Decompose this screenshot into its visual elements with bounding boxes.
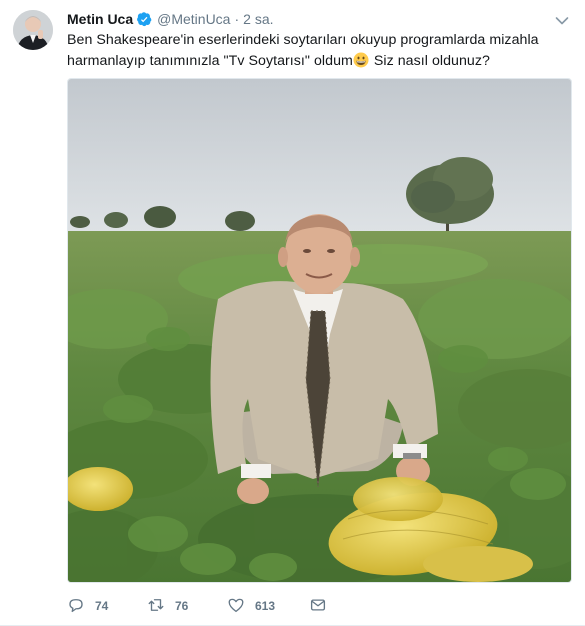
- retweet-button[interactable]: 76: [147, 596, 227, 617]
- retweet-count: 76: [175, 599, 189, 613]
- tweet-timestamp[interactable]: 2 sa.: [243, 11, 273, 27]
- tweet[interactable]: Metin Uca @MetinUca · 2 sa. Ben Shakespe…: [0, 0, 585, 626]
- like-count: 613: [255, 599, 276, 613]
- tweet-text-part2: Siz nasıl oldunuz?: [369, 53, 490, 69]
- like-icon: [227, 596, 255, 617]
- direct-message-icon: [309, 596, 337, 617]
- chevron-down-icon[interactable]: [555, 13, 569, 25]
- like-button[interactable]: 613: [227, 596, 309, 617]
- tweet-actions: 74 76 613: [67, 596, 337, 616]
- tweet-photo[interactable]: [67, 78, 572, 583]
- author-handle[interactable]: @MetinUca: [157, 11, 230, 27]
- reply-icon: [67, 596, 95, 617]
- tweet-text: Ben Shakespeare'in eserlerindeki soytarı…: [67, 30, 567, 72]
- separator-dot: ·: [234, 11, 240, 27]
- retweet-icon: [147, 596, 175, 617]
- avatar[interactable]: [13, 10, 53, 50]
- reply-button[interactable]: 74: [67, 596, 147, 617]
- reply-count: 74: [95, 599, 109, 613]
- grinning-face-emoji-icon: [353, 52, 369, 68]
- author-name[interactable]: Metin Uca: [67, 11, 133, 27]
- verified-badge-icon: [137, 11, 152, 27]
- tweet-header: Metin Uca @MetinUca · 2 sa.: [67, 9, 571, 29]
- direct-message-button[interactable]: [309, 596, 337, 617]
